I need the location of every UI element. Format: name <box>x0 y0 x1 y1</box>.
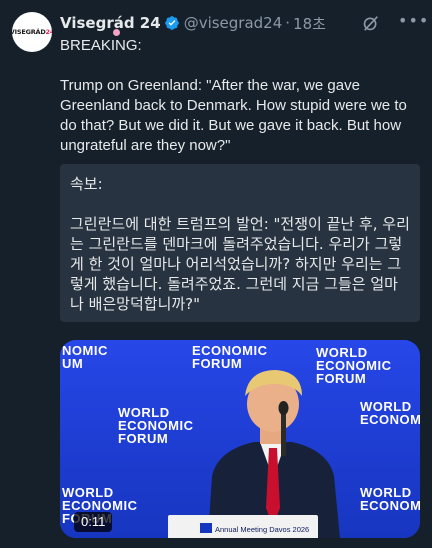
grok-icon[interactable] <box>362 14 380 32</box>
more-icon[interactable]: ••• <box>398 12 428 32</box>
video-duration: 0:11 <box>74 512 113 532</box>
tweet-header: Visegrád 24 @visegrad24 · 18초 ••• <box>60 12 428 34</box>
verified-badge-icon <box>164 16 179 30</box>
translation-box: 속보: 그린란드에 대한 트럼프의 발언: "전쟁이 끝난 후, 우리는 그린란… <box>60 164 420 322</box>
tweet-text: BREAKING: Trump on Greenland: "After the… <box>60 37 407 154</box>
wef-logo-middle: WORLD ECONOMIC FORUM <box>118 405 194 446</box>
wef-logo-bottom-right: WORLD ECONOMIC <box>360 485 420 513</box>
lectern-label: Annual Meeting Davos 2026 <box>215 525 310 534</box>
timestamp[interactable]: 18초 <box>293 13 326 34</box>
avatar-logo-text: VISEGRÁD24 <box>12 28 52 36</box>
speaker-figure <box>208 370 340 538</box>
avatar[interactable]: VISEGRÁD24 <box>12 12 52 52</box>
wef-logo-partial: NOMIC UM <box>62 343 108 371</box>
separator: · <box>285 14 291 32</box>
video-player[interactable]: NOMIC UM ECONOMIC FORUM WORLD ECONOMIC F… <box>60 340 420 538</box>
display-name[interactable]: Visegrád 24 <box>60 14 161 32</box>
lectern-logo <box>200 523 212 533</box>
handle[interactable]: @visegrad24 <box>184 14 283 32</box>
wef-logo-right: WORLD ECONOMIC <box>360 399 420 427</box>
